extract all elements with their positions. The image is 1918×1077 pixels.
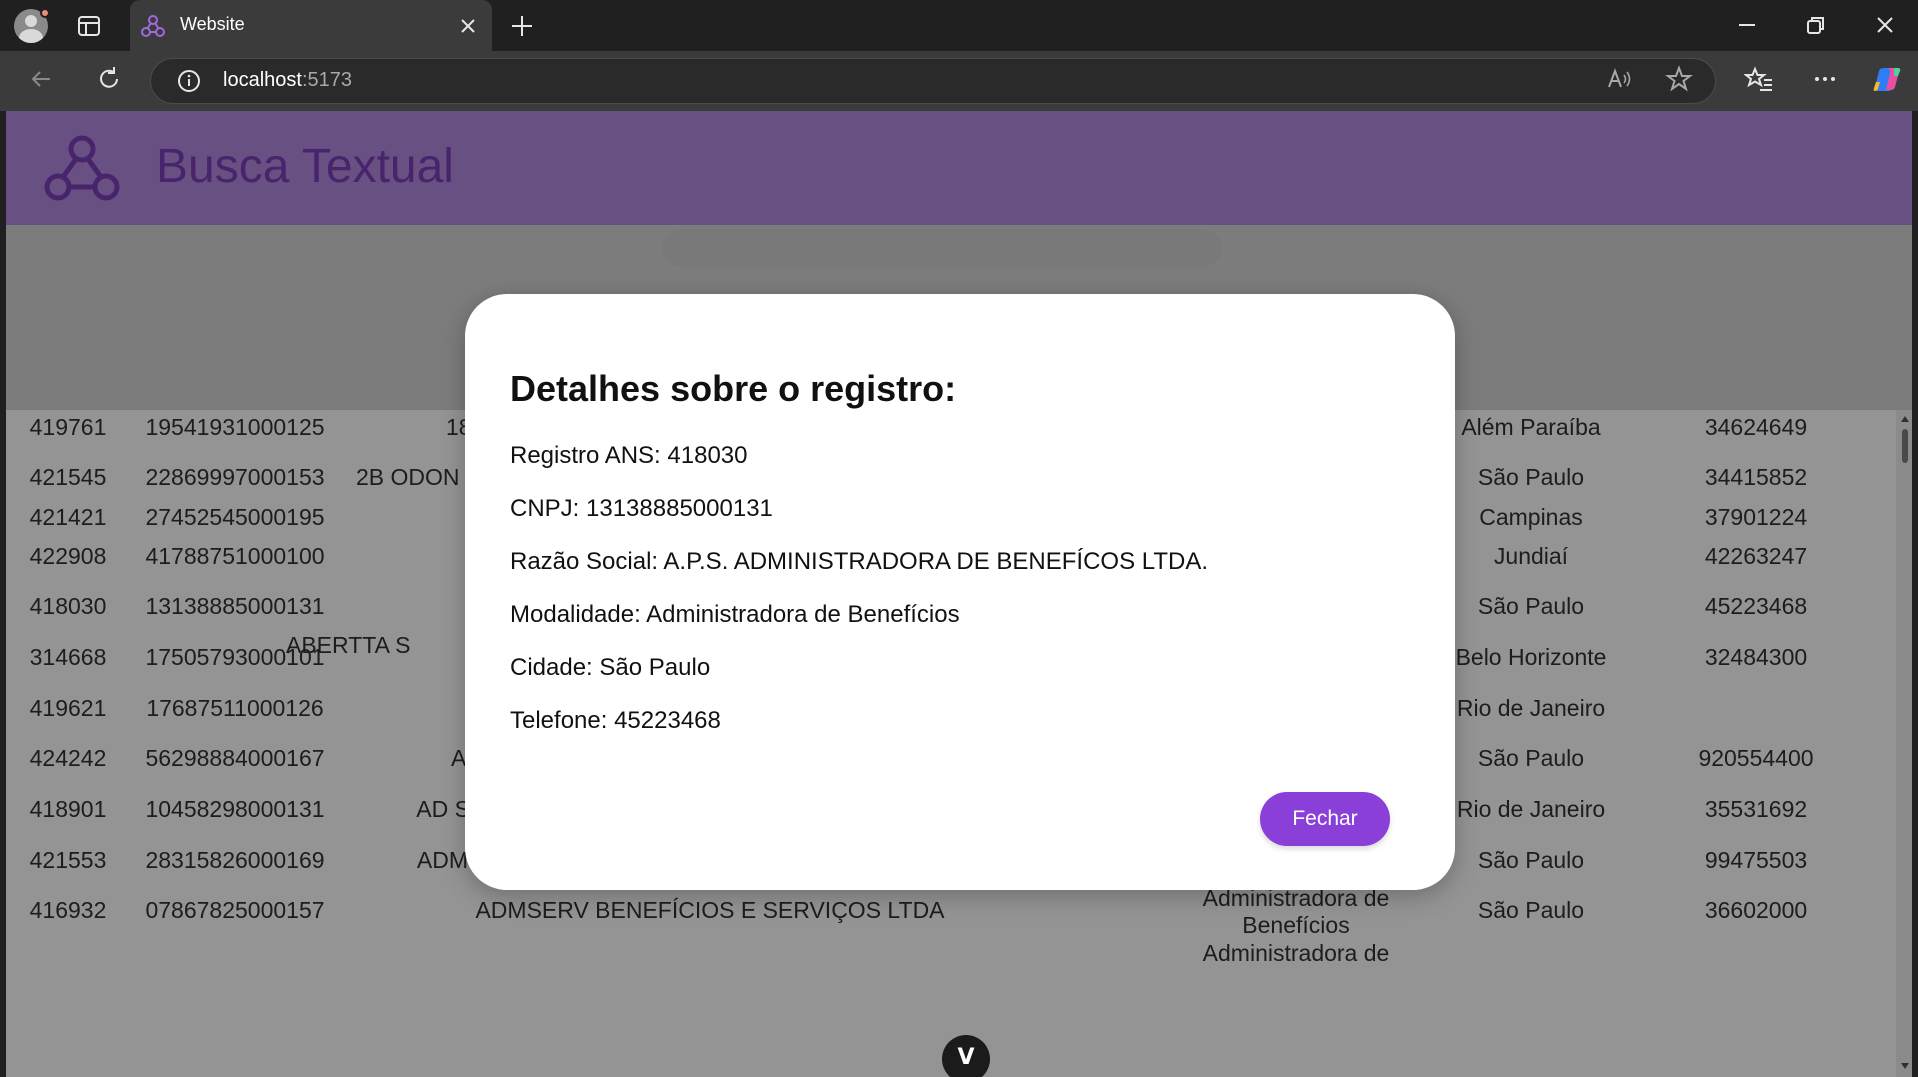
- favorites-list-icon[interactable]: [1744, 64, 1774, 94]
- tab-title: Website: [180, 14, 245, 34]
- detail-label: CNPJ:: [510, 495, 580, 522]
- modal-title: Detalhes sobre o registro:: [510, 368, 957, 409]
- address-bar[interactable]: [150, 58, 1716, 104]
- restore-icon[interactable]: [1803, 12, 1829, 38]
- detail-registro-ans: Registro ANS: 418030: [510, 442, 748, 470]
- back-icon[interactable]: [26, 64, 56, 94]
- detail-label: Razão Social:: [510, 548, 659, 575]
- favorite-star-icon[interactable]: [1664, 64, 1694, 94]
- site-info-icon[interactable]: [176, 68, 202, 94]
- url-host: localhost: [223, 69, 302, 91]
- url-port: :5173: [301, 69, 352, 91]
- detail-value: 13138885000131: [586, 495, 773, 522]
- detail-value: 418030: [667, 442, 748, 469]
- vue-logo-icon: V: [957, 1045, 975, 1070]
- details-modal: Detalhes sobre o registro: Registro ANS:…: [465, 294, 1455, 890]
- avatar-body: [19, 29, 43, 43]
- tab-actions-icon[interactable]: [76, 13, 102, 39]
- detail-value: Administradora de Benefícios: [646, 601, 960, 628]
- new-tab-icon[interactable]: [508, 12, 536, 40]
- detail-label: Cidade:: [510, 654, 593, 681]
- more-options-icon[interactable]: [1810, 64, 1840, 94]
- minimize-icon[interactable]: [1734, 12, 1760, 38]
- copilot-icon[interactable]: [1870, 62, 1904, 96]
- detail-value: São Paulo: [599, 654, 711, 681]
- detail-value: A.P.S. ADMINISTRADORA DE BENEFÍCOS LTDA.: [663, 548, 1208, 575]
- refresh-icon[interactable]: [94, 64, 124, 94]
- read-aloud-icon[interactable]: [1604, 64, 1634, 94]
- avatar-head: [25, 15, 37, 27]
- detail-cidade: Cidade: São Paulo: [510, 654, 710, 682]
- detail-telefone: Telefone: 45223468: [510, 707, 721, 735]
- favicon-icon: [141, 15, 165, 37]
- close-modal-button[interactable]: Fechar: [1260, 792, 1390, 846]
- profile-notification-dot: [40, 8, 50, 18]
- detail-modalidade: Modalidade: Administradora de Benefícios: [510, 601, 960, 629]
- address-url[interactable]: localhost:5173: [223, 69, 352, 92]
- devtools-toggle-button[interactable]: V: [942, 1035, 990, 1077]
- detail-value: 45223468: [614, 707, 721, 734]
- detail-label: Modalidade:: [510, 601, 641, 628]
- close-window-icon[interactable]: [1872, 12, 1898, 38]
- detail-cnpj: CNPJ: 13138885000131: [510, 495, 773, 523]
- detail-razao-social: Razão Social: A.P.S. ADMINISTRADORA DE B…: [510, 548, 1208, 576]
- detail-label: Telefone:: [510, 707, 608, 734]
- close-tab-icon[interactable]: [456, 14, 480, 38]
- detail-label: Registro ANS:: [510, 442, 661, 469]
